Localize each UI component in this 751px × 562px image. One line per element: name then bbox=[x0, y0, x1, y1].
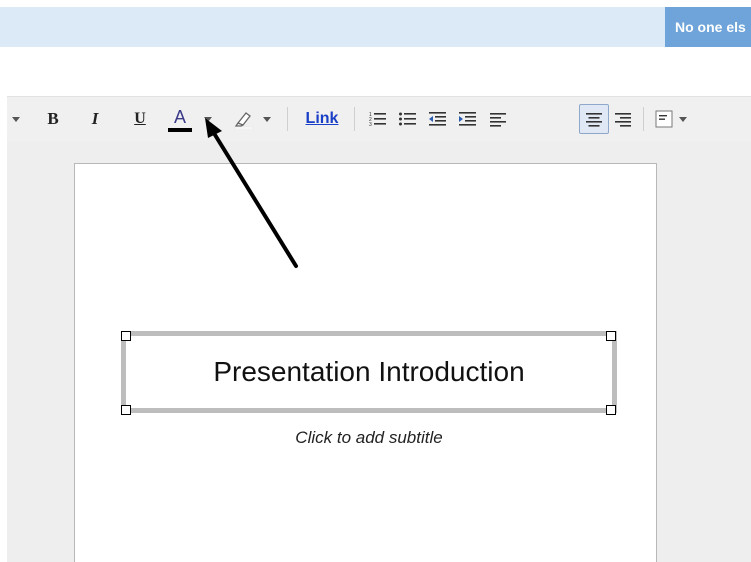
annotation-arrow bbox=[205, 118, 298, 268]
arrow-head-icon bbox=[205, 118, 222, 138]
